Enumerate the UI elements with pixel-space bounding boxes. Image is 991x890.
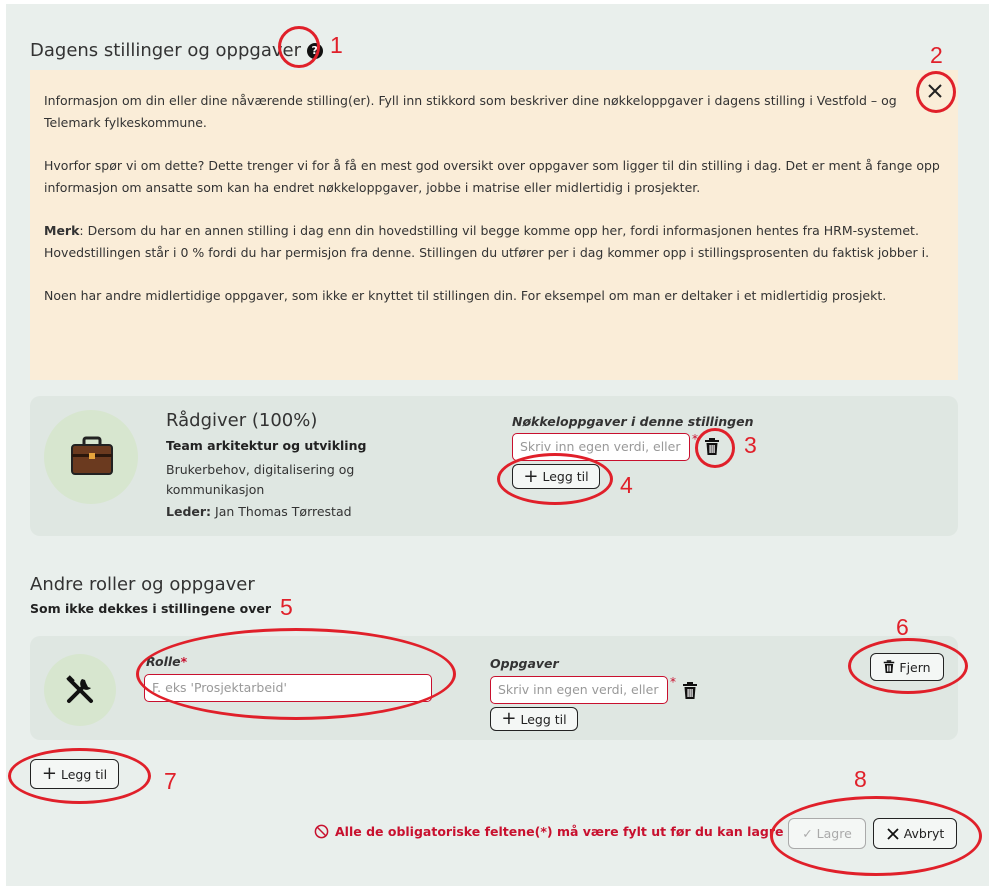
- info-paragraph: Informasjon om din eller dine nåværende …: [44, 93, 897, 130]
- position-team: Team arkitektur og utvikling: [166, 438, 367, 453]
- section-title: Dagens stillinger og oppgaver: [30, 40, 301, 61]
- annotation-number: 8: [854, 766, 867, 792]
- annotation-number: 7: [164, 768, 177, 794]
- info-paragraph: Merk: Dersom du har en annen stilling i …: [44, 220, 944, 264]
- oppgaver-input[interactable]: Skriv inn egen verdi, eller: [490, 676, 668, 704]
- position-leader: Leder: Jan Thomas Tørrestad: [166, 504, 352, 519]
- ban-icon: [314, 824, 329, 839]
- briefcase-icon-circle: [44, 410, 138, 504]
- info-box: Informasjon om din eller dine nåværende …: [30, 70, 958, 380]
- info-paragraph: Hvorfor spør vi om dette? Dette trenger …: [44, 158, 940, 195]
- briefcase-icon: [71, 436, 113, 475]
- trash-icon[interactable]: [682, 682, 698, 700]
- annotation-ring: [916, 71, 956, 113]
- annotation-ring: [8, 748, 151, 804]
- validation-warning: Alle de obligatoriske feltene(*) må være…: [314, 824, 783, 839]
- annotation-number: 6: [896, 614, 909, 640]
- merk-text: : Dersom du har en annen stilling i dag …: [44, 223, 930, 260]
- tasks-label: Nøkkeloppgaver i denne stillingen: [512, 414, 754, 429]
- annotation-ring: [497, 453, 613, 505]
- warning-text: Alle de obligatoriske feltene(*) må være…: [335, 824, 784, 839]
- position-card: Rådgiver (100%) Team arkitektur og utvik…: [30, 396, 958, 536]
- annotation-ring: [770, 796, 982, 876]
- leader-name: Jan Thomas Tørrestad: [211, 504, 352, 519]
- add-oppgave-label: Legg til: [520, 711, 567, 727]
- annotation-ring: [848, 638, 968, 694]
- annotation-number: 4: [620, 472, 633, 498]
- leader-label: Leder:: [166, 504, 212, 519]
- info-paragraph: Noen har andre midlertidige oppgaver, so…: [44, 288, 887, 303]
- add-oppgave-button[interactable]: + Legg til: [490, 707, 578, 731]
- annotation-number: 3: [744, 432, 757, 458]
- annotation-ring: [278, 26, 320, 68]
- annotation-ring: [136, 628, 456, 720]
- position-area: Brukerbehov, digitalisering og kommunika…: [166, 462, 355, 497]
- required-mark: *: [670, 675, 676, 689]
- merk-label: Merk: [44, 223, 80, 238]
- annotation-number: 5: [280, 594, 293, 620]
- annotation-ring: [695, 428, 735, 468]
- section2-subtitle: Som ikke dekkes i stillingene over: [30, 601, 271, 616]
- position-title: Rådgiver (100%): [166, 410, 318, 431]
- oppgaver-label: Oppgaver: [490, 656, 559, 671]
- plus-icon: +: [501, 708, 517, 729]
- page: Dagens stillinger og oppgaver ? Informas…: [6, 4, 989, 886]
- tools-icon-circle: [44, 654, 116, 726]
- annotation-number: 2: [930, 42, 943, 68]
- annotation-number: 1: [330, 32, 343, 58]
- section2-title: Andre roller og oppgaver: [30, 574, 255, 595]
- tools-icon: [66, 675, 93, 703]
